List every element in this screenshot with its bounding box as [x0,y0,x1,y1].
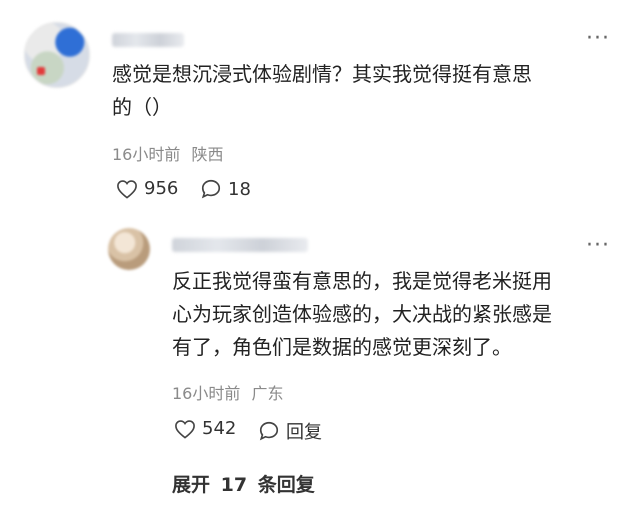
comment-text-line: 的（） [112,95,172,119]
more-dots-icon[interactable]: ··· [586,28,610,50]
more-dots-icon[interactable]: ··· [586,235,610,257]
reply-count: 18 [228,178,251,200]
avatar[interactable] [24,22,90,88]
speech-bubble-icon [201,179,221,199]
expand-prefix: 展开 [172,474,211,496]
reply-meta: 16小时前 广东 [172,380,283,404]
avatar[interactable] [108,228,150,270]
like-count: 542 [202,418,237,439]
username-blurred[interactable] [112,33,184,47]
heart-icon [117,179,137,199]
reply-text-line: 反正我觉得蛮有意思的，我是觉得老米挺用 [172,269,552,293]
reply-location: 广东 [251,384,284,403]
speech-bubble-icon [259,421,279,441]
username-blurred[interactable] [172,238,308,252]
comment-text-line: 感觉是想沉浸式体验剧情？其实我觉得挺有意思 [112,62,532,86]
heart-icon [175,419,195,439]
comment-meta: 16小时前 陕西 [112,141,223,165]
reply-button[interactable]: 回复 [258,418,322,444]
like-button[interactable]: 956 [116,178,178,199]
comment-button[interactable]: 18 [200,178,251,200]
expand-count: 17 [220,474,248,496]
reply-label: 回复 [286,422,322,443]
expand-suffix: 条回复 [257,474,315,496]
like-count: 956 [144,178,179,199]
comment-time: 16小时前 [112,145,181,164]
comment-text: 感觉是想沉浸式体验剧情？其实我觉得挺有意思 的（） [112,58,622,124]
expand-replies-link[interactable]: 展开 17 条回复 [172,470,315,497]
like-button[interactable]: 542 [174,418,236,439]
reply-text: 反正我觉得蛮有意思的，我是觉得老米挺用 心为玩家创造体验感的，大决战的紧张感是 … [172,265,612,364]
reply-text-line: 有了，角色们是数据的感觉更深刻了。 [172,335,512,359]
reply-time: 16小时前 [172,384,241,403]
reply-text-line: 心为玩家创造体验感的，大决战的紧张感是 [172,302,552,326]
comment-location: 陕西 [191,145,224,164]
